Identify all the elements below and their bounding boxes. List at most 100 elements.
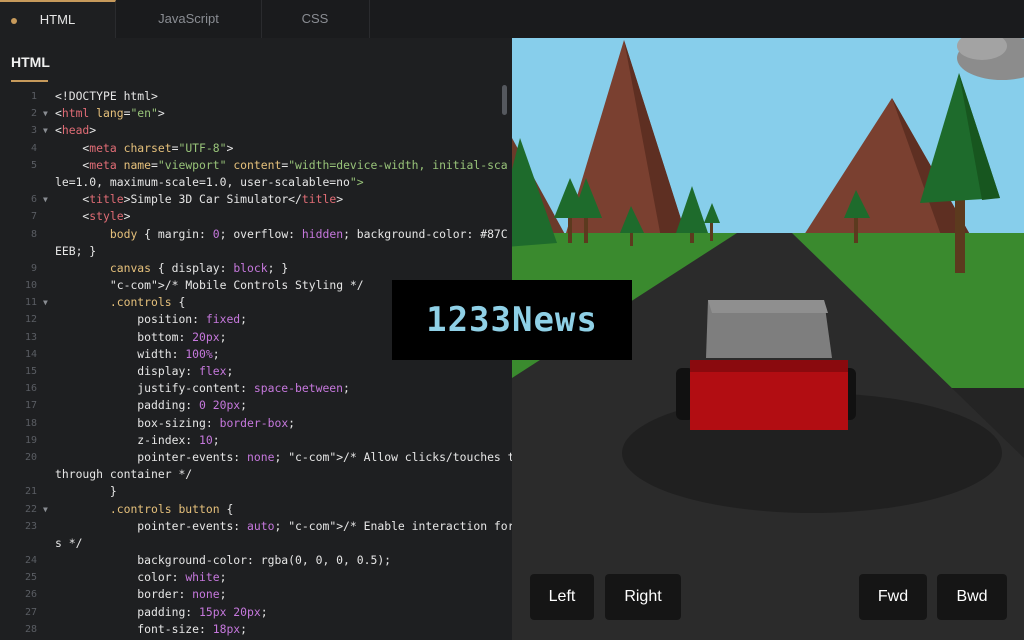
fold-arrow-icon[interactable]: ▼ <box>43 105 48 122</box>
code-line[interactable]: 16 justify-content: space-between; <box>0 380 512 397</box>
code-line[interactable]: le=1.0, maximum-scale=1.0, user-scalable… <box>0 174 512 191</box>
line-number: 8 <box>30 228 37 240</box>
line-number: 10 <box>24 280 37 292</box>
line-number: 5 <box>30 159 37 171</box>
fold-arrow-icon[interactable]: ▼ <box>43 191 48 208</box>
code-text: canvas { display: block; } <box>109 260 289 275</box>
code-text: <meta name="viewport" content="width=dev… <box>55 157 508 172</box>
code-text: padding: 0 20px; <box>55 398 248 413</box>
watermark-logo: 1233News <box>392 280 632 360</box>
code-text: pointer-events: none; "c-com">/* Allow c… <box>55 449 512 464</box>
code-text: position: fixed; <box>55 312 248 327</box>
code-line[interactable]: 7 <style> <box>0 208 512 225</box>
code-text: "c-com">/* Mobile Controls Styling */ <box>109 278 364 293</box>
line-number: 11 <box>24 297 37 309</box>
code-line[interactable]: 19 z-index: 10; <box>0 432 512 449</box>
code-line[interactable]: 9 canvas { display: block; } <box>0 260 512 277</box>
code-line[interactable]: EEB; } <box>0 243 512 260</box>
code-text: <head> <box>55 123 97 138</box>
line-number: 27 <box>24 606 37 618</box>
modified-dot-icon <box>11 18 17 24</box>
code-text: padding: 15px 20px; <box>55 604 268 619</box>
line-number: 24 <box>24 555 37 567</box>
line-number: 16 <box>24 383 37 395</box>
line-number: 21 <box>24 486 37 498</box>
line-number: 20 <box>24 451 37 463</box>
code-line[interactable]: 17 padding: 0 20px; <box>0 397 512 414</box>
code-line[interactable]: 8 body { margin: 0; overflow: hidden; ba… <box>0 226 512 243</box>
tab-css[interactable]: CSS <box>261 0 370 38</box>
tab-label: HTML <box>39 12 76 27</box>
code-text: <!DOCTYPE html> <box>55 89 158 103</box>
line-number: 19 <box>24 434 37 446</box>
code-line[interactable]: 26 border: none; <box>0 586 512 603</box>
code-line[interactable]: 15 display: flex; <box>0 363 512 380</box>
code-line[interactable]: 22 ▼ .controls button { <box>0 501 512 518</box>
fold-arrow-icon[interactable]: ▼ <box>43 294 48 311</box>
editor-title: HTML <box>11 54 50 70</box>
right-button[interactable]: Right <box>605 574 681 620</box>
code-text: le=1.0, maximum-scale=1.0, user-scalable… <box>55 174 364 189</box>
line-number: 4 <box>30 142 37 154</box>
line-number: 13 <box>24 331 37 343</box>
code-text: display: flex; <box>55 364 234 378</box>
code-line[interactable]: 4 <meta charset="UTF-8"> <box>0 140 512 157</box>
code-line[interactable]: 5 <meta name="viewport" content="width=d… <box>0 157 512 174</box>
line-number: 1 <box>30 91 37 102</box>
code-text: body { margin: 0; overflow: hidden; back… <box>109 226 508 241</box>
line-number: 17 <box>24 400 37 412</box>
line-number: 22 <box>24 503 37 515</box>
code-line[interactable]: s */ <box>0 535 512 552</box>
code-text: color: white; <box>55 570 227 585</box>
code-text: pointer-events: auto; "c-com">/* Enable … <box>55 518 512 533</box>
code-text: .controls button { <box>109 501 234 516</box>
fold-arrow-icon[interactable]: ▼ <box>43 122 48 139</box>
code-line[interactable]: 21 } <box>0 483 512 500</box>
code-line[interactable]: 20 pointer-events: none; "c-com">/* Allo… <box>0 449 512 466</box>
line-number: 14 <box>24 348 37 360</box>
code-line[interactable]: 6 ▼ <title>Simple 3D Car Simulator</title… <box>0 191 512 208</box>
code-text: bottom: 20px; <box>55 329 227 344</box>
line-number: 2 <box>30 108 37 120</box>
line-number: 6 <box>30 194 37 206</box>
code-line[interactable]: 18 box-sizing: border-box; <box>0 415 512 432</box>
code-text: width: 100%; <box>55 346 220 361</box>
code-line[interactable]: 1 <!DOCTYPE html> <box>0 88 512 105</box>
forward-button[interactable]: Fwd <box>859 574 927 620</box>
code-text: justify-content: space-between; <box>55 381 350 396</box>
line-number: 23 <box>24 520 37 532</box>
line-number: 28 <box>24 623 37 635</box>
code-text: <title>Simple 3D Car Simulator</title> <box>55 192 344 207</box>
tab-javascript[interactable]: JavaScript <box>116 0 262 38</box>
editor-title-underline <box>11 80 48 82</box>
code-line[interactable]: 27 padding: 15px 20px; <box>0 604 512 621</box>
line-number: 25 <box>24 572 37 584</box>
line-number: 7 <box>30 211 37 223</box>
code-text: background-color: rgba(0, 0, 0, 0.5); <box>55 553 392 568</box>
code-line[interactable]: 25 color: white; <box>0 569 512 586</box>
code-text: font-size: 18px; <box>55 621 248 636</box>
code-text: <style> <box>55 209 131 224</box>
code-text: through container */ <box>55 467 193 482</box>
code-line[interactable]: 3 ▼ <head> <box>0 122 512 139</box>
code-line[interactable]: through container */ <box>0 466 512 483</box>
line-number: 9 <box>30 262 37 274</box>
code-line[interactable]: 28 font-size: 18px; <box>0 621 512 638</box>
backward-button[interactable]: Bwd <box>937 574 1007 620</box>
code-text: EEB; } <box>55 243 97 258</box>
code-line[interactable]: 23 pointer-events: auto; "c-com">/* Enab… <box>0 518 512 535</box>
line-number: 18 <box>24 417 37 429</box>
tab-html[interactable]: HTML <box>0 0 116 38</box>
code-line[interactable]: 2 ▼ <html lang="en"> <box>0 105 512 122</box>
line-number: 12 <box>24 314 37 326</box>
code-text: box-sizing: border-box; <box>55 415 296 430</box>
fold-arrow-icon[interactable]: ▼ <box>43 501 48 518</box>
line-number: 26 <box>24 589 37 601</box>
code-line[interactable]: 24 background-color: rgba(0, 0, 0, 0.5); <box>0 552 512 569</box>
tab-label: JavaScript <box>158 11 219 26</box>
left-button[interactable]: Left <box>530 574 594 620</box>
code-text: z-index: 10; <box>55 432 220 447</box>
code-text: <meta charset="UTF-8"> <box>55 140 234 155</box>
editor-tab-bar: HTML JavaScript CSS <box>0 0 1024 39</box>
code-lines[interactable]: 1 <!DOCTYPE html> 2 ▼ <html lang="en"> 3 ▼ <hea… <box>0 88 512 638</box>
